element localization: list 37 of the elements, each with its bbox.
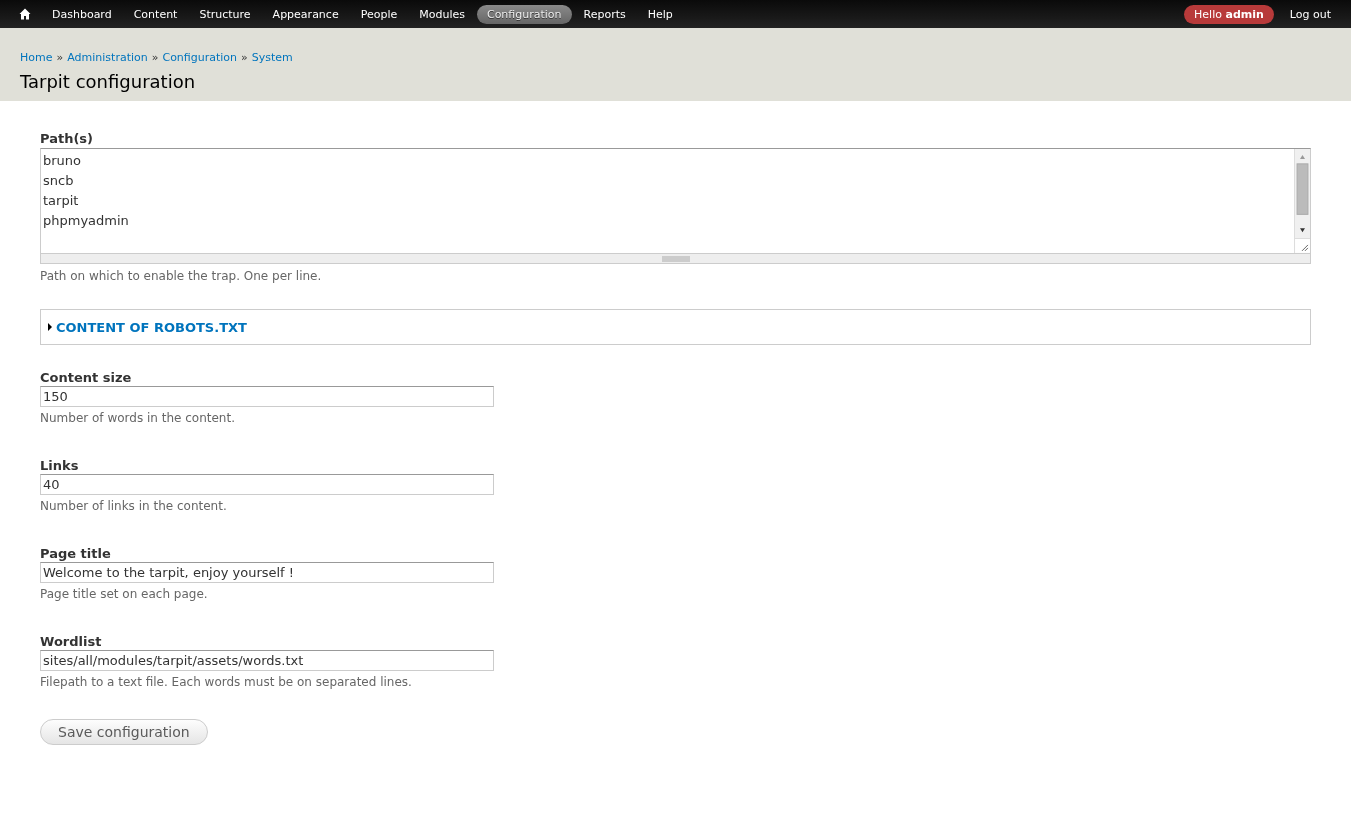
- menu-tab[interactable]: Help: [637, 4, 683, 24]
- logout-link[interactable]: Log out: [1279, 4, 1341, 24]
- menu-tab[interactable]: Appearance: [262, 4, 349, 24]
- field-description: Number of words in the content.: [40, 411, 236, 425]
- save-button[interactable]: Save configuration: [40, 719, 208, 745]
- menu-tab[interactable]: Structure: [189, 4, 261, 24]
- menu-tab[interactable]: Dashboard: [42, 4, 122, 24]
- field-description: Number of links in the content.: [40, 499, 228, 513]
- field-label: Content size: [40, 370, 133, 385]
- menu-tab[interactable]: Reports: [573, 4, 636, 24]
- breadcrumb-link[interactable]: Home: [20, 51, 53, 64]
- field-description: Path on which to enable the trap. One per line.: [40, 269, 323, 283]
- field-label: Page title: [40, 546, 112, 561]
- breadcrumb-link[interactable]: Administration: [67, 51, 148, 64]
- page-title: Tarpit configuration: [20, 71, 197, 92]
- field-description: Page title set on each page.: [40, 587, 209, 601]
- breadcrumb-separator: »: [151, 51, 159, 64]
- field-label: Links: [40, 458, 80, 473]
- menu-tab[interactable]: Modules: [409, 4, 475, 24]
- field-label: Path(s): [40, 131, 95, 146]
- text-field[interactable]: sites/all/modules/tarpit/assets/words.txt: [40, 650, 494, 671]
- text-field[interactable]: Welcome to the tarpit, enjoy yourself !: [40, 562, 494, 583]
- resize-corner-icon[interactable]: [1295, 238, 1310, 253]
- text-field[interactable]: 40: [40, 474, 494, 495]
- breadcrumb-separator: »: [56, 51, 64, 64]
- field-description: Filepath to a text file. Each words must be on separated lines.: [40, 675, 413, 689]
- breadcrumb-link[interactable]: System: [251, 51, 293, 64]
- resize-grip[interactable]: [661, 255, 690, 262]
- breadcrumb-link[interactable]: Configuration: [162, 51, 238, 64]
- breadcrumb-separator: »: [241, 51, 248, 64]
- menu-tab[interactable]: Content: [123, 4, 188, 24]
- text-field[interactable]: 150: [40, 386, 494, 407]
- user-badge[interactable]: Hello admin: [1184, 4, 1274, 24]
- field-label: Wordlist: [40, 634, 103, 649]
- fieldset-toggle[interactable]: CONTENT OF ROBOTS.TXT: [48, 319, 247, 335]
- menu-tab[interactable]: People: [350, 4, 408, 24]
- menu-tab[interactable]: Configuration: [476, 4, 572, 24]
